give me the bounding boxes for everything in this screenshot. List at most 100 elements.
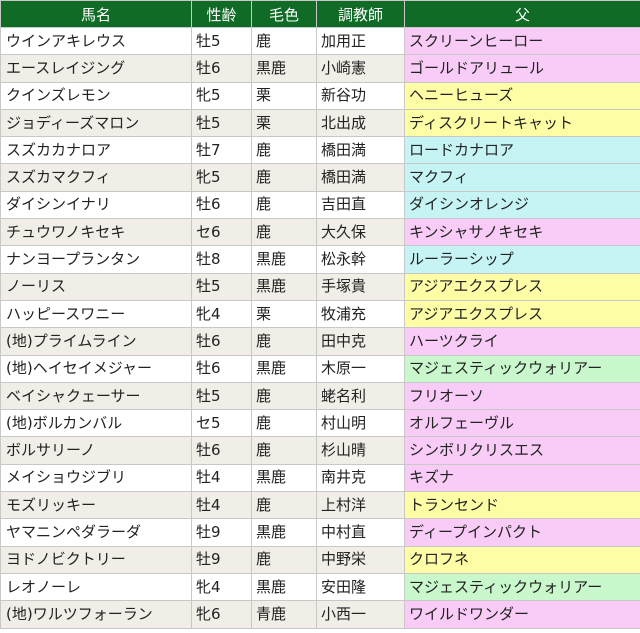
horse-name-cell: ダイシンイナリ xyxy=(0,190,192,220)
table-row: モズリッキー 牡4 鹿上村洋 トランセンド xyxy=(0,491,640,520)
horse-name-cell: (地)プライムライン xyxy=(0,327,192,356)
trainer-cell: 蛯名利 xyxy=(316,381,405,411)
horse-name-cell: (地)ワルツフォーラン xyxy=(0,600,192,629)
sex-age-cell: 牡4 xyxy=(191,463,252,493)
trainer-cell: 上村洋 xyxy=(316,491,405,520)
table-row: レオノーレ 牝4 黒鹿 安田隆 マジェスティックウォリアー xyxy=(0,572,640,602)
sex-age-cell: 牝6 xyxy=(191,600,252,629)
sex-age-cell: 牡6 xyxy=(191,436,252,465)
coat-color-cell: 鹿 xyxy=(251,491,317,520)
sire-cell: ダイシンオレンジ xyxy=(404,190,640,220)
sex-age-cell: 牡5 xyxy=(191,108,252,138)
header-coat-color: 毛色 xyxy=(251,0,317,28)
horse-name-cell: チュウワノキセキ xyxy=(0,218,192,247)
header-trainer: 調教師 xyxy=(316,0,405,28)
horse-name-cell: ノーリス xyxy=(0,272,192,301)
trainer-cell: 南井克 xyxy=(316,463,405,493)
sex-age-cell: 牡5 xyxy=(191,272,252,301)
sex-age-cell: 牡9 xyxy=(191,545,252,574)
coat-color-cell: 栗 xyxy=(251,108,317,138)
sire-cell: ディープインパクト xyxy=(404,518,640,547)
table-row: ナンヨープランタン 牡8 黒鹿 松永幹 ルーラーシップ xyxy=(0,245,640,274)
sex-age-cell: 牡8 xyxy=(191,245,252,274)
horse-name-cell: モズリッキー xyxy=(0,491,192,520)
table-row: ダイシンイナリ 牡6 鹿吉田直 ダイシンオレンジ xyxy=(0,190,640,220)
trainer-cell: 松永幹 xyxy=(316,245,405,274)
horse-name-cell: ウインアキレウス xyxy=(0,26,192,56)
header-sex-age: 性齢 xyxy=(191,0,252,28)
coat-color-cell: 鹿 xyxy=(251,545,317,574)
horse-name-cell: (地)ヘイセイメジャー xyxy=(0,354,192,383)
sire-cell: シンボリクリスエス xyxy=(404,436,640,465)
coat-color-cell: 黒鹿 xyxy=(251,272,317,301)
coat-color-cell: 黒鹿 xyxy=(251,572,317,602)
sex-age-cell: 牝5 xyxy=(191,81,252,110)
coat-color-cell: 鹿 xyxy=(251,218,317,247)
table-row: スズカマクフィ 牝5 鹿橋田満 マクフィ xyxy=(0,163,640,192)
sire-cell: アジアエクスプレス xyxy=(404,299,640,329)
coat-color-cell: 黒鹿 xyxy=(251,518,317,547)
trainer-cell: 橋田満 xyxy=(316,163,405,192)
sire-cell: ルーラーシップ xyxy=(404,245,640,274)
horse-roster-table: 馬名 性齢 毛色 調教師 父 ウインアキレウス 牡5 鹿加用正 スクリーンヒーロー エー… xyxy=(0,0,640,629)
sex-age-cell: 牝4 xyxy=(191,572,252,602)
sire-cell: キンシャサノキセキ xyxy=(404,218,640,247)
coat-color-cell: 鹿 xyxy=(251,163,317,192)
horse-name-cell: ハッピースワニー xyxy=(0,299,192,329)
horse-name-cell: クインズレモン xyxy=(0,81,192,110)
table-row: (地)プライムライン 牡6 鹿田中克 ハーツクライ xyxy=(0,327,640,356)
trainer-cell: 新谷功 xyxy=(316,81,405,110)
trainer-cell: 安田隆 xyxy=(316,572,405,602)
sex-age-cell: 牡5 xyxy=(191,26,252,56)
table-row: スズカカナロア 牡7 鹿橋田満 ロードカナロア xyxy=(0,136,640,165)
table-row: ジョディーズマロン 牡5 栗北出成 ディスクリートキャット xyxy=(0,108,640,138)
trainer-cell: 田中克 xyxy=(316,327,405,356)
sex-age-cell: 牡4 xyxy=(191,491,252,520)
sire-cell: ゴールドアリュール xyxy=(404,54,640,83)
sex-age-cell: セ6 xyxy=(191,218,252,247)
sire-cell: キズナ xyxy=(404,463,640,493)
horse-name-cell: ナンヨープランタン xyxy=(0,245,192,274)
table-row: クインズレモン 牝5 栗新谷功 ヘニーヒューズ xyxy=(0,81,640,110)
horse-name-cell: スズカカナロア xyxy=(0,136,192,165)
coat-color-cell: 黒鹿 xyxy=(251,463,317,493)
table-row: (地)ヘイセイメジャー 牡6 黒鹿 木原一 マジェスティックウォリアー xyxy=(0,354,640,383)
sex-age-cell: 牡6 xyxy=(191,354,252,383)
sex-age-cell: セ5 xyxy=(191,409,252,438)
horse-name-cell: ボルサリーノ xyxy=(0,436,192,465)
sire-cell: アジアエクスプレス xyxy=(404,272,640,301)
horse-name-cell: ベイシャクェーサー xyxy=(0,381,192,411)
trainer-cell: 北出成 xyxy=(316,108,405,138)
table-row: チュウワノキセキ セ6 鹿大久保 キンシャサノキセキ xyxy=(0,218,640,247)
trainer-cell: 村山明 xyxy=(316,409,405,438)
table-row: (地)ボルカンバル セ5 鹿村山明 オルフェーヴル xyxy=(0,409,640,438)
sire-cell: ヘニーヒューズ xyxy=(404,81,640,110)
coat-color-cell: 栗 xyxy=(251,299,317,329)
sex-age-cell: 牡5 xyxy=(191,381,252,411)
table-row: エースレイジング 牡6 黒鹿 小崎憲 ゴールドアリュール xyxy=(0,54,640,83)
trainer-cell: 牧浦充 xyxy=(316,299,405,329)
horse-name-cell: スズカマクフィ xyxy=(0,163,192,192)
table-row: メイショウジブリ 牡4 黒鹿 南井克 キズナ xyxy=(0,463,640,493)
trainer-cell: 杉山晴 xyxy=(316,436,405,465)
table-row: ヨドノビクトリー 牡9 鹿中野栄 クロフネ xyxy=(0,545,640,574)
sex-age-cell: 牡6 xyxy=(191,190,252,220)
coat-color-cell: 黒鹿 xyxy=(251,354,317,383)
coat-color-cell: 鹿 xyxy=(251,436,317,465)
horse-name-cell: レオノーレ xyxy=(0,572,192,602)
table-row: ハッピースワニー 牝4 栗牧浦充 アジアエクスプレス xyxy=(0,299,640,329)
sire-cell: スクリーンヒーロー xyxy=(404,26,640,56)
sex-age-cell: 牡6 xyxy=(191,327,252,356)
table-row: ボルサリーノ 牡6 鹿杉山晴 シンボリクリスエス xyxy=(0,436,640,465)
horse-name-cell: ヤマニンペダラーダ xyxy=(0,518,192,547)
sire-cell: マクフィ xyxy=(404,163,640,192)
coat-color-cell: 鹿 xyxy=(251,190,317,220)
sex-age-cell: 牡7 xyxy=(191,136,252,165)
trainer-cell: 橋田満 xyxy=(316,136,405,165)
sex-age-cell: 牡9 xyxy=(191,518,252,547)
trainer-cell: 木原一 xyxy=(316,354,405,383)
table-row: ウインアキレウス 牡5 鹿加用正 スクリーンヒーロー xyxy=(0,26,640,56)
trainer-cell: 小崎憲 xyxy=(316,54,405,83)
horse-name-cell: (地)ボルカンバル xyxy=(0,409,192,438)
coat-color-cell: 鹿 xyxy=(251,26,317,56)
